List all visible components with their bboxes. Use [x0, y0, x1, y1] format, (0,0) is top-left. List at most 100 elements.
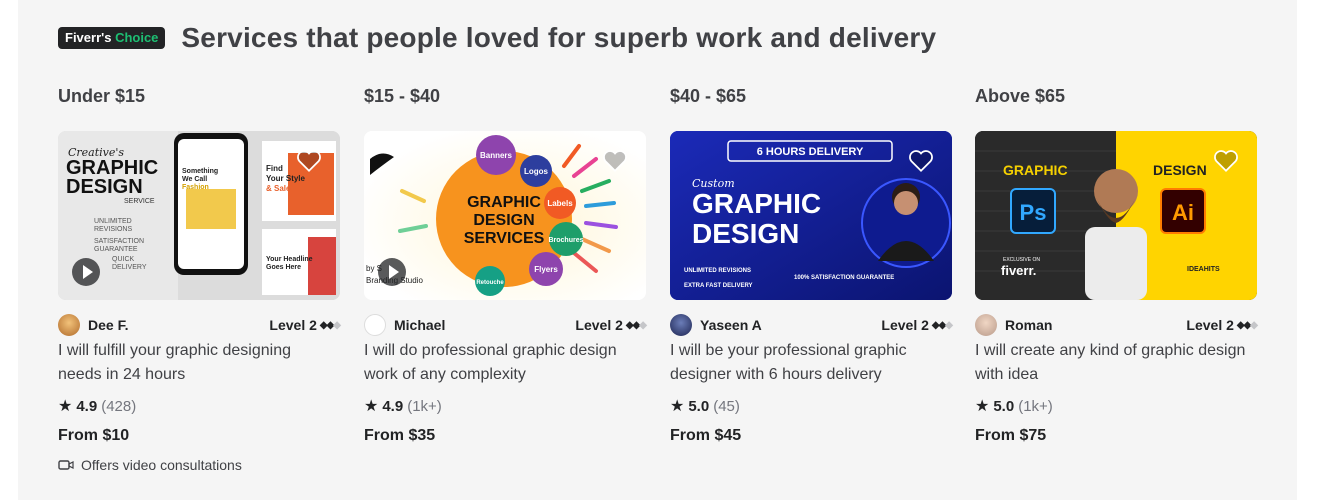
gig-rating: ★ 5.0 (45) [670, 394, 952, 418]
rating-score: 5.0 [688, 397, 710, 415]
star-icon: ★ [364, 398, 379, 415]
thumb-feature-text: DELIVERY [112, 264, 147, 271]
star-icon: ★ [670, 398, 685, 415]
play-video-icon[interactable] [72, 258, 100, 286]
price-column-40-65: $40 - $65 6 HOURS DELIVERY Custom GRAPHI… [670, 86, 953, 449]
section-header: Fiverr's Choice Services that people lov… [58, 20, 936, 56]
gig-rating: ★ 4.9 (428) [58, 394, 340, 418]
bubble-text: Logos [524, 167, 549, 176]
gig-rating: ★ 4.9 (1k+) [364, 394, 646, 418]
price-column-15-40: $15 - $40 GRAPHIC DESIGN SERVICES Banner… [364, 86, 647, 449]
thumb-right-text: DESIGN [1153, 162, 1207, 178]
brand-text: IDEAHITS [1187, 266, 1220, 273]
star-icon: ★ [58, 398, 73, 415]
thumb-feature-text: SATISFACTION [94, 238, 144, 245]
seller-row: Michael Level 2 ◆◆◆ [364, 314, 647, 336]
heart-icon[interactable] [908, 149, 934, 173]
thumb-feature-text: QUICK [112, 256, 135, 263]
video-camera-icon [58, 460, 74, 470]
heart-icon[interactable] [602, 149, 628, 173]
thumb-main-text: SERVICES [464, 230, 545, 247]
seller-level-text: Level 2 [575, 317, 623, 333]
bubble-text: Brochures [548, 237, 583, 244]
thumb-main-text: DESIGN [473, 212, 534, 229]
gig-thumbnail[interactable]: GRAPHIC DESIGN Ps Ai EXCLUSIVE ON fiverr… [975, 131, 1257, 300]
rating-score: 5.0 [993, 397, 1015, 415]
section-title: Services that people loved for superb wo… [181, 22, 937, 53]
thumb-main-text: GRAPHIC [467, 194, 541, 211]
seller-name[interactable]: Roman [1005, 317, 1186, 333]
seller-level-badge: Level 2 ◆◆◆ [881, 317, 953, 333]
card-text: Your Headline [266, 256, 313, 263]
gig-title-link[interactable]: I will do professional graphic design wo… [364, 339, 639, 387]
gig-thumbnail[interactable]: Creative's GRAPHIC DESIGN SERVICE UNLIMI… [58, 131, 340, 300]
thumb-service-text: SERVICE [124, 198, 155, 205]
rating-count: (1k+) [407, 397, 442, 415]
level-diamond-icons: ◆◆◆ [625, 319, 647, 331]
phone-text: We Call [182, 176, 207, 183]
phone-text: Something [182, 168, 218, 175]
rating-score: 4.9 [382, 397, 404, 415]
seller-row: Dee F. Level 2 ◆◆◆ [58, 314, 341, 336]
thumb-feature-text: UNLIMITED [94, 218, 132, 225]
gig-rating: ★ 5.0 (1k+) [975, 394, 1257, 418]
gig-thumbnail[interactable]: GRAPHIC DESIGN SERVICES Banners Logos La… [364, 131, 646, 300]
gig-price: From $75 [975, 427, 1047, 444]
thumb-left-text: GRAPHIC [1003, 162, 1068, 178]
heart-icon[interactable] [1213, 149, 1239, 173]
bubble-text: Flyers [534, 265, 558, 274]
bubble-text: Retouche [476, 280, 504, 286]
price-column-above-65: Above $65 GRAPHIC DESIGN Ps Ai EXCLUSIVE… [975, 86, 1258, 449]
seller-avatar[interactable] [58, 314, 80, 336]
gig-title-link[interactable]: I will fulfill your graphic designing ne… [58, 339, 333, 387]
price-column-under-15: Under $15 Creative's GRAPHIC DESIGN SERV… [58, 86, 341, 473]
fiverr-text: fiverr. [1001, 263, 1036, 278]
price-range-label: Above $65 [975, 86, 1066, 106]
heart-icon[interactable] [296, 149, 322, 173]
play-video-icon[interactable] [378, 258, 406, 286]
seller-level-badge: Level 2 ◆◆◆ [575, 317, 647, 333]
rating-count: (428) [101, 397, 137, 415]
seller-row: Roman Level 2 ◆◆◆ [975, 314, 1258, 336]
thumb-banner-text: 6 HOURS DELIVERY [757, 146, 864, 158]
badge-accent: Choice [111, 30, 159, 45]
card-text: Find [266, 164, 283, 173]
price-range-label: $15 - $40 [364, 86, 441, 106]
rating-score: 4.9 [76, 397, 98, 415]
level-diamond-icons: ◆◆◆ [319, 319, 341, 331]
gig-title-link[interactable]: I will be your professional graphic desi… [670, 339, 945, 387]
price-range-label: Under $15 [58, 86, 146, 106]
seller-level-badge: Level 2 ◆◆◆ [1186, 317, 1258, 333]
seller-level-text: Level 2 [1186, 317, 1234, 333]
video-consultation-note: Offers video consultations [58, 457, 340, 473]
card-text: & Sale [266, 184, 291, 193]
seller-name[interactable]: Yaseen A [700, 317, 881, 333]
thumb-graphic-text: GRAPHIC [692, 188, 821, 219]
check-text: UNLIMITED REVISIONS [684, 268, 751, 274]
gig-price: From $45 [670, 427, 742, 444]
seller-avatar[interactable] [364, 314, 386, 336]
seller-name[interactable]: Dee F. [88, 317, 269, 333]
rating-count: (1k+) [1018, 397, 1053, 415]
video-note-text: Offers video consultations [81, 457, 242, 473]
gig-title-link[interactable]: I will create any kind of graphic design… [975, 339, 1250, 387]
thumb-design-text: DESIGN [692, 218, 799, 249]
seller-avatar[interactable] [975, 314, 997, 336]
star-icon: ★ [975, 398, 990, 415]
card-text: Goes Here [266, 264, 301, 271]
card-text: Your Style [266, 174, 306, 183]
gig-thumbnail[interactable]: 6 HOURS DELIVERY Custom GRAPHIC DESIGN U… [670, 131, 952, 300]
check-text: EXTRA FAST DELIVERY [684, 283, 753, 289]
thumb-feature-text: GUARANTEE [94, 246, 138, 253]
fiverrs-choice-badge: Fiverr's Choice [58, 27, 166, 49]
seller-avatar[interactable] [670, 314, 692, 336]
seller-name[interactable]: Michael [394, 317, 575, 333]
price-range-label: $40 - $65 [670, 86, 747, 106]
gig-price: From $35 [364, 427, 436, 444]
phone-text: Fashion [182, 184, 209, 191]
gig-price: From $10 [58, 427, 130, 444]
check-text: 100% SATISFACTION GUARANTEE [794, 275, 894, 281]
seller-row: Yaseen A Level 2 ◆◆◆ [670, 314, 953, 336]
illustrator-icon: Ai [1172, 200, 1194, 225]
bubble-text: Labels [547, 199, 573, 208]
